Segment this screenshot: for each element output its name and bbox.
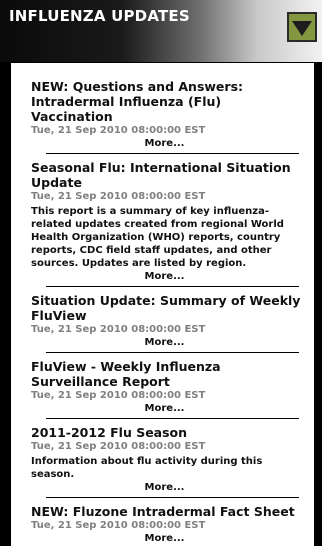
item-title-link[interactable]: NEW: Fluzone Intradermal Fact Sheet [31, 504, 302, 519]
list-item: FluView - Weekly Influenza Surveillance … [31, 353, 302, 419]
item-title-link[interactable]: FluView - Weekly Influenza Surveillance … [31, 359, 302, 389]
item-description: This report is a summary of key influenz… [31, 206, 284, 269]
item-title-link[interactable]: Situation Update: Summary of Weekly FluV… [31, 293, 302, 323]
item-date: Tue, 21 Sep 2010 08:00:00 EST [31, 191, 206, 202]
list-item: NEW: Questions and Answers: Intradermal … [31, 63, 302, 154]
more-link[interactable]: More... [31, 533, 302, 545]
list-item: 2011-2012 Flu Season Tue, 21 Sep 2010 08… [31, 419, 302, 498]
more-link[interactable]: More... [31, 482, 302, 494]
more-link[interactable]: More... [31, 138, 302, 150]
item-title-link[interactable]: 2011-2012 Flu Season [31, 425, 302, 440]
triangle-down-icon [292, 21, 312, 36]
item-date: Tue, 21 Sep 2010 08:00:00 EST [31, 441, 206, 452]
item-title-link[interactable]: NEW: Questions and Answers: Intradermal … [31, 79, 302, 124]
influenza-updates-widget: INFLUENZA UPDATES NEW: Questions and Ans… [0, 0, 322, 546]
item-date: Tue, 21 Sep 2010 08:00:00 EST [31, 520, 206, 531]
item-description: Information about flu activity during th… [31, 456, 263, 480]
updates-list[interactable]: NEW: Questions and Answers: Intradermal … [11, 63, 314, 546]
list-item: NEW: Fluzone Intradermal Fact Sheet Tue,… [31, 498, 302, 545]
item-title-link[interactable]: Seasonal Flu: International Situation Up… [31, 160, 302, 190]
item-date: Tue, 21 Sep 2010 08:00:00 EST [31, 324, 206, 335]
more-link[interactable]: More... [31, 271, 302, 283]
list-item: Seasonal Flu: International Situation Up… [31, 154, 302, 287]
widget-title: INFLUENZA UPDATES [9, 7, 190, 25]
list-item: Situation Update: Summary of Weekly FluV… [31, 287, 302, 353]
item-date: Tue, 21 Sep 2010 08:00:00 EST [31, 390, 206, 401]
widget-header: INFLUENZA UPDATES [0, 0, 322, 62]
item-date: Tue, 21 Sep 2010 08:00:00 EST [31, 125, 206, 136]
more-link[interactable]: More... [31, 337, 302, 349]
collapse-toggle-button[interactable] [287, 12, 317, 42]
more-link[interactable]: More... [31, 403, 302, 415]
